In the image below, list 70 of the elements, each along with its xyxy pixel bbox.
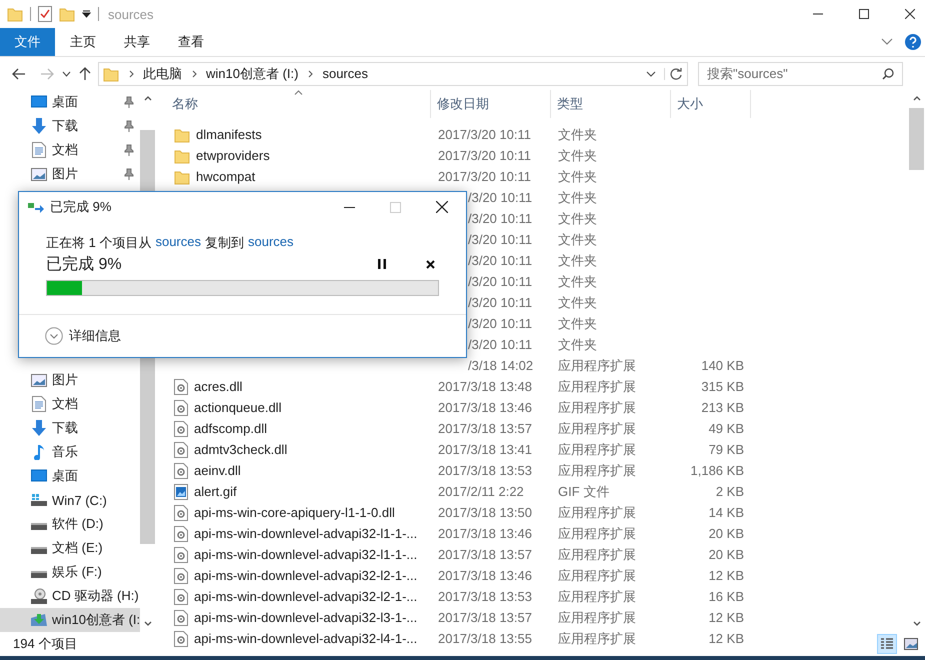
table-cell: 49 KB — [708, 421, 744, 436]
table-cell: 2017/3/18 13:57 — [438, 610, 532, 625]
table-cell: 文件夹 — [558, 188, 597, 206]
table-cell: 315 KB — [701, 379, 744, 394]
dialog-title: 已完成 9% — [50, 198, 112, 216]
table-cell: /3/20 10:11 — [468, 190, 532, 205]
progress-text: 已完成 9% — [46, 254, 122, 274]
table-cell: 2017/3/18 13:46 — [438, 400, 532, 415]
table-cell: /3/20 10:11 — [468, 316, 532, 331]
table-cell: 14 KB — [708, 505, 744, 520]
table-cell: 应用程序扩展 — [558, 608, 636, 626]
table-cell: 2017/3/18 13:53 — [438, 589, 532, 604]
table-cell: 文件夹 — [558, 294, 597, 312]
table-cell: 应用程序扩展 — [558, 356, 636, 374]
table-cell: 1,186 KB — [690, 463, 744, 478]
table-cell: 2017/3/20 10:11 — [438, 127, 532, 142]
status-text: 复制到 — [205, 234, 244, 252]
table-cell: 应用程序扩展 — [558, 398, 636, 416]
table-cell: 应用程序扩展 — [558, 546, 636, 564]
table-cell: 140 KB — [701, 358, 744, 373]
table-cell: 2017/3/18 13:41 — [438, 442, 532, 457]
table-cell: 2017/3/18 13:46 — [438, 526, 532, 541]
table-cell: 2017/3/18 13:46 — [438, 568, 532, 583]
table-cell: /3/20 10:11 — [468, 211, 532, 226]
table-cell: 应用程序扩展 — [558, 524, 636, 542]
table-cell: 应用程序扩展 — [558, 588, 636, 606]
table-cell: 12 KB — [708, 568, 744, 583]
item-count: 194 个项目 — [13, 635, 78, 653]
table-cell: 2017/2/11 2:22 — [438, 484, 524, 499]
table-cell: 2017/3/18 13:57 — [438, 547, 532, 562]
table-cell: 12 KB — [708, 610, 744, 625]
table-cell: 20 KB — [708, 526, 744, 541]
table-cell: 2017/3/20 10:11 — [438, 148, 532, 163]
table-cell: /3/20 10:11 — [468, 337, 532, 352]
table-cell: 应用程序扩展 — [558, 566, 636, 584]
table-cell: 2017/3/18 13:57 — [438, 421, 532, 436]
table-cell: 应用程序扩展 — [558, 630, 636, 648]
table-cell: 文件夹 — [558, 210, 597, 228]
table-cell: 2017/3/18 13:50 — [438, 505, 532, 520]
table-cell: /3/20 10:11 — [468, 274, 532, 289]
table-cell: 文件夹 — [558, 272, 597, 290]
table-cell: 12 KB — [708, 631, 744, 646]
table-cell: 文件夹 — [558, 146, 597, 164]
table-cell: GIF 文件 — [558, 482, 610, 500]
table-cell: 文件夹 — [558, 168, 597, 186]
table-cell: 应用程序扩展 — [558, 504, 636, 522]
window-title: sources — [108, 6, 154, 22]
table-cell: /3/18 14:02 — [468, 358, 534, 373]
table-cell: 213 KB — [701, 400, 744, 415]
table-cell: 79 KB — [708, 442, 744, 457]
table-cell: 2017/3/18 13:53 — [438, 463, 532, 478]
table-cell: /3/20 10:11 — [468, 253, 532, 268]
table-cell: 应用程序扩展 — [558, 462, 636, 480]
table-cell: 2017/3/20 10:11 — [438, 169, 532, 184]
table-cell: /3/20 10:11 — [468, 295, 532, 310]
table-cell: 应用程序扩展 — [558, 440, 636, 458]
table-cell: 16 KB — [708, 589, 744, 604]
table-cell: 应用程序扩展 — [558, 378, 636, 396]
table-cell: /3/20 10:11 — [468, 232, 532, 247]
table-cell: 文件夹 — [558, 336, 597, 354]
table-cell: 20 KB — [708, 547, 744, 562]
table-cell: 2 KB — [716, 484, 744, 499]
table-cell: 文件夹 — [558, 126, 597, 144]
table-cell: 2017/3/18 13:55 — [438, 631, 532, 646]
status-text: 正在将 1 个项目从 — [46, 234, 152, 252]
table-cell: 文件夹 — [558, 252, 597, 270]
table-cell: 文件夹 — [558, 314, 597, 332]
table-cell: 应用程序扩展 — [558, 420, 636, 438]
table-cell: 2017/3/18 13:48 — [438, 379, 532, 394]
table-cell: 文件夹 — [558, 230, 597, 248]
